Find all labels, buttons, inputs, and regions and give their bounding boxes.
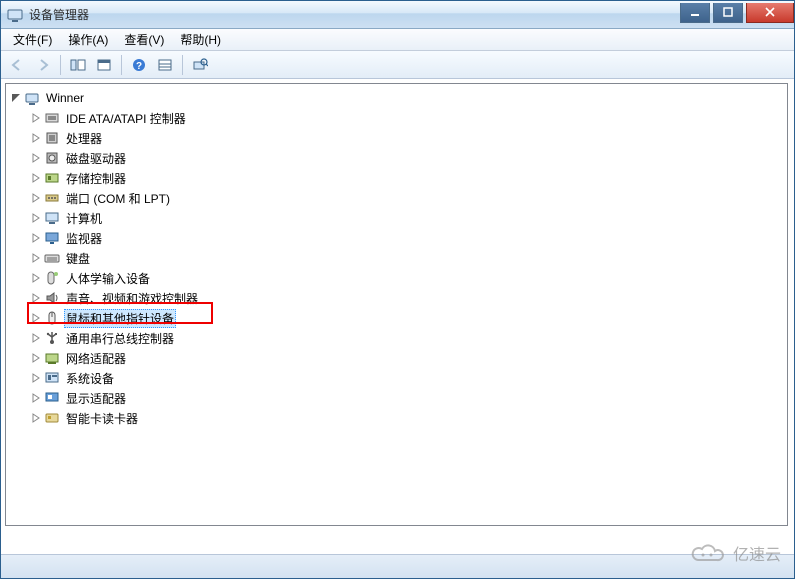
- watermark: 亿速云: [689, 541, 781, 565]
- tree-item[interactable]: 计算机: [6, 208, 787, 228]
- disk-icon: [44, 150, 60, 166]
- tree-item-label: 人体学输入设备: [64, 269, 152, 288]
- properties-button[interactable]: [92, 54, 116, 76]
- device-tree: Winner IDE ATA/ATAPI 控制器 处理器 磁盘驱动器 存储控制器…: [6, 88, 787, 428]
- tree-item-label: 通用串行总线控制器: [64, 329, 176, 348]
- tree-item[interactable]: 键盘: [6, 248, 787, 268]
- tree-item[interactable]: 系统设备: [6, 368, 787, 388]
- tree-item-label: 声音、视频和游戏控制器: [64, 289, 200, 308]
- menu-action[interactable]: 操作(A): [60, 29, 116, 50]
- tree-item-label: 存储控制器: [64, 169, 128, 188]
- expand-icon[interactable]: [30, 152, 42, 164]
- scan-button[interactable]: [188, 54, 212, 76]
- titlebar[interactable]: 设备管理器: [1, 1, 794, 29]
- maximize-button[interactable]: [713, 3, 743, 23]
- tree-item[interactable]: 声音、视频和游戏控制器: [6, 288, 787, 308]
- tree-root[interactable]: Winner: [6, 88, 787, 108]
- tree-item[interactable]: 通用串行总线控制器: [6, 328, 787, 348]
- computer-icon: [44, 210, 60, 226]
- minimize-button[interactable]: [680, 3, 710, 23]
- hid-icon: [44, 270, 60, 286]
- expand-icon[interactable]: [30, 272, 42, 284]
- tree-item-label: 鼠标和其他指针设备: [64, 309, 176, 328]
- smartcard-icon: [44, 410, 60, 426]
- sound-icon: [44, 290, 60, 306]
- tree-item[interactable]: 鼠标和其他指针设备: [6, 308, 787, 328]
- help-button[interactable]: ?: [127, 54, 151, 76]
- toolbar-separator: [182, 55, 183, 75]
- tree-item-label: 键盘: [64, 249, 92, 268]
- network-icon: [44, 350, 60, 366]
- toolbar-separator: [60, 55, 61, 75]
- port-icon: [44, 190, 60, 206]
- expand-icon[interactable]: [30, 192, 42, 204]
- view-button[interactable]: [153, 54, 177, 76]
- tree-item[interactable]: 监视器: [6, 228, 787, 248]
- mouse-icon: [44, 310, 60, 326]
- tree-item-label: IDE ATA/ATAPI 控制器: [64, 109, 188, 128]
- expand-icon[interactable]: [30, 172, 42, 184]
- tree-root-label: Winner: [44, 90, 86, 106]
- expand-icon[interactable]: [30, 212, 42, 224]
- computer-icon: [24, 90, 40, 106]
- toolbar: ?: [1, 51, 794, 79]
- tree-item-label: 显示适配器: [64, 389, 128, 408]
- tree-item[interactable]: 网络适配器: [6, 348, 787, 368]
- expand-icon[interactable]: [30, 412, 42, 424]
- bottom-border: [1, 554, 794, 578]
- tree-item-label: 端口 (COM 和 LPT): [64, 189, 172, 208]
- controller-icon: [44, 110, 60, 126]
- tree-item-label: 系统设备: [64, 369, 116, 388]
- forward-button[interactable]: [31, 54, 55, 76]
- cloud-icon: [689, 542, 727, 564]
- expand-icon[interactable]: [30, 392, 42, 404]
- menu-view[interactable]: 查看(V): [116, 29, 172, 50]
- storage-icon: [44, 170, 60, 186]
- window-title: 设备管理器: [29, 6, 677, 23]
- usb-icon: [44, 330, 60, 346]
- tree-item-label: 磁盘驱动器: [64, 149, 128, 168]
- tree-item[interactable]: 端口 (COM 和 LPT): [6, 188, 787, 208]
- tree-item-label: 处理器: [64, 129, 104, 148]
- expand-icon[interactable]: [30, 232, 42, 244]
- tree-item-label: 智能卡读卡器: [64, 409, 140, 428]
- expand-icon[interactable]: [30, 372, 42, 384]
- expand-icon[interactable]: [30, 252, 42, 264]
- expand-icon[interactable]: [30, 132, 42, 144]
- cpu-icon: [44, 130, 60, 146]
- tree-panel[interactable]: Winner IDE ATA/ATAPI 控制器 处理器 磁盘驱动器 存储控制器…: [5, 83, 788, 526]
- tree-item-label: 网络适配器: [64, 349, 128, 368]
- display-icon: [44, 390, 60, 406]
- tree-item[interactable]: 磁盘驱动器: [6, 148, 787, 168]
- app-icon: [7, 7, 23, 23]
- expand-icon[interactable]: [30, 312, 42, 324]
- tree-item[interactable]: 智能卡读卡器: [6, 408, 787, 428]
- tree-item[interactable]: 处理器: [6, 128, 787, 148]
- device-manager-window: 设备管理器 文件(F) 操作(A) 查看(V) 帮助(H) ? Winner I…: [0, 0, 795, 579]
- back-button[interactable]: [5, 54, 29, 76]
- expand-icon[interactable]: [30, 292, 42, 304]
- watermark-text: 亿速云: [733, 541, 781, 565]
- tree-item[interactable]: 显示适配器: [6, 388, 787, 408]
- tree-item-label: 监视器: [64, 229, 104, 248]
- collapse-icon[interactable]: [10, 92, 22, 104]
- tree-item-label: 计算机: [64, 209, 104, 228]
- menu-file[interactable]: 文件(F): [5, 29, 60, 50]
- expand-icon[interactable]: [30, 112, 42, 124]
- system-icon: [44, 370, 60, 386]
- window-buttons: [677, 3, 794, 23]
- tree-item[interactable]: IDE ATA/ATAPI 控制器: [6, 108, 787, 128]
- svg-text:?: ?: [136, 61, 142, 72]
- tree-item[interactable]: 存储控制器: [6, 168, 787, 188]
- expand-icon[interactable]: [30, 332, 42, 344]
- keyboard-icon: [44, 250, 60, 266]
- monitor-icon: [44, 230, 60, 246]
- menubar: 文件(F) 操作(A) 查看(V) 帮助(H): [1, 29, 794, 51]
- toolbar-separator: [121, 55, 122, 75]
- menu-help[interactable]: 帮助(H): [172, 29, 229, 50]
- show-hide-tree-button[interactable]: [66, 54, 90, 76]
- tree-item[interactable]: 人体学输入设备: [6, 268, 787, 288]
- expand-icon[interactable]: [30, 352, 42, 364]
- close-button[interactable]: [746, 3, 794, 23]
